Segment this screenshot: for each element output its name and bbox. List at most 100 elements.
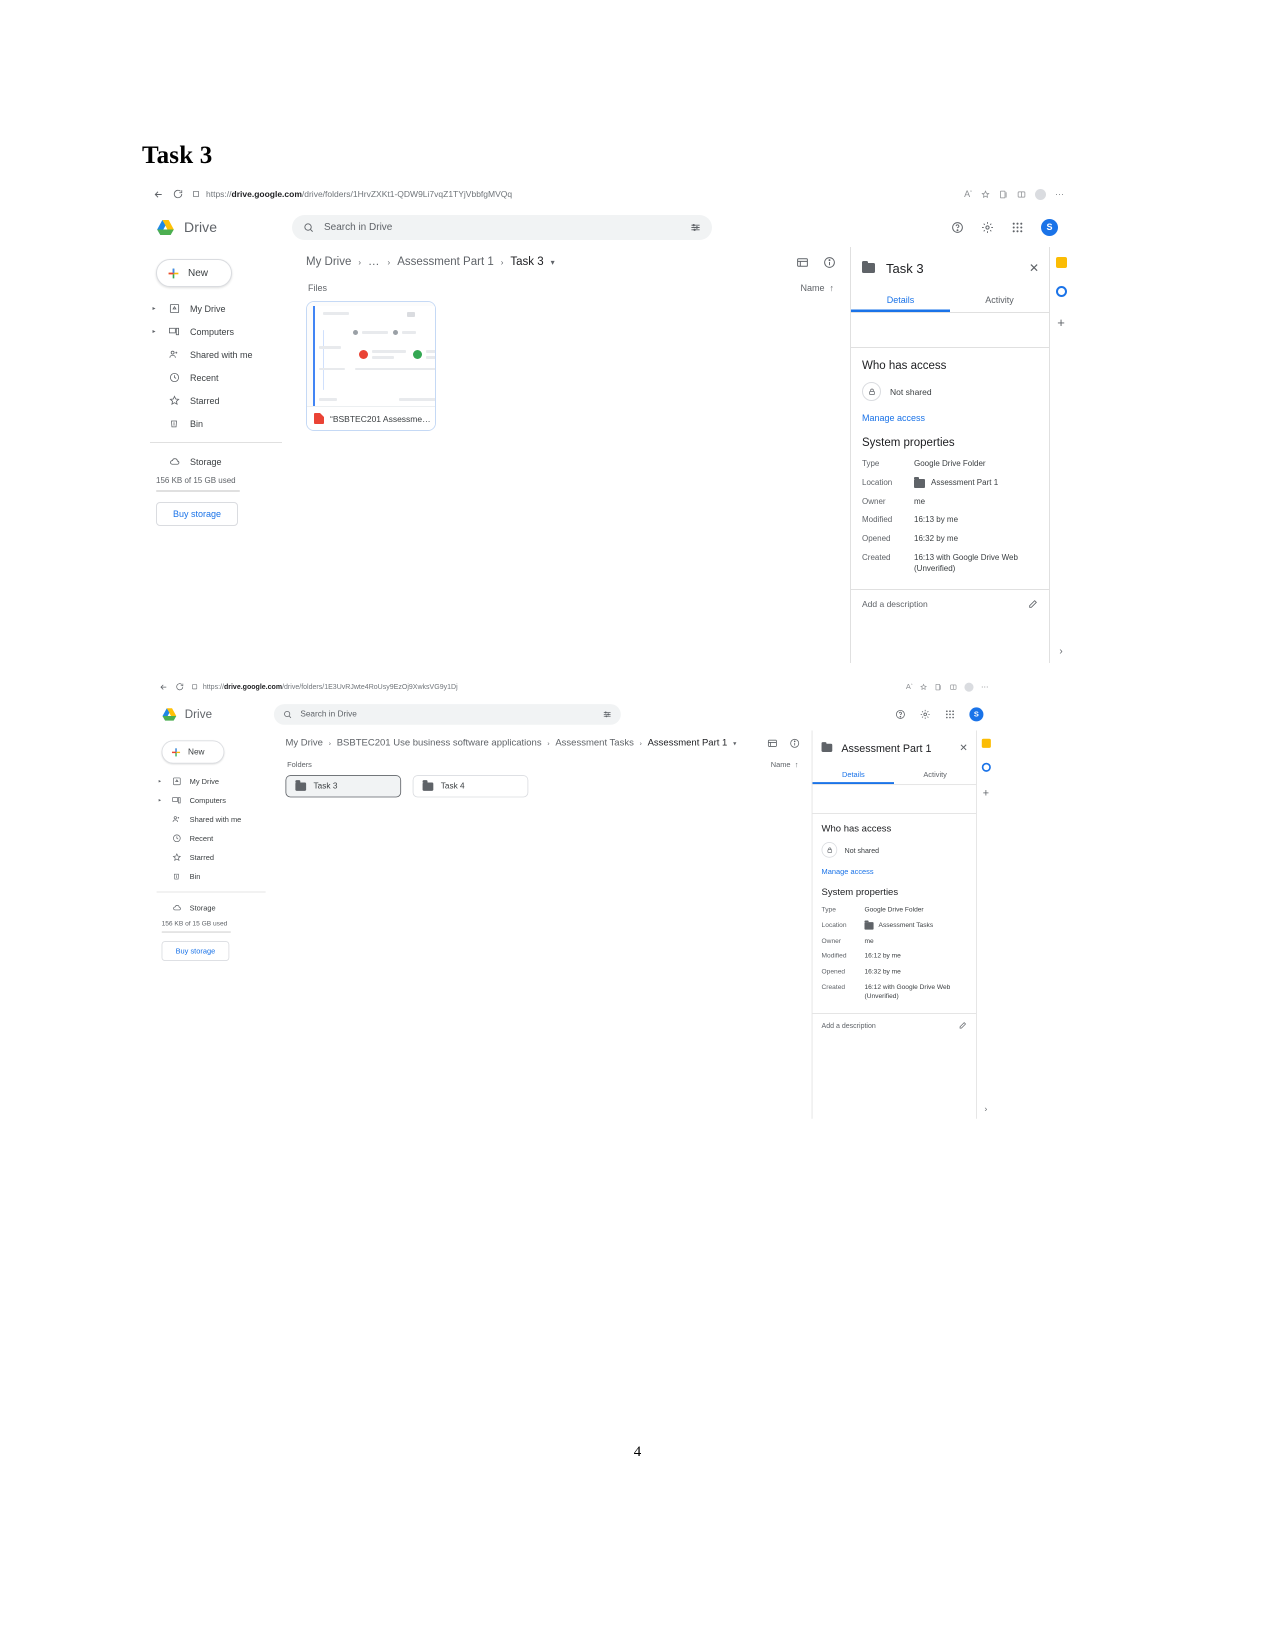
reload-icon[interactable]	[171, 678, 188, 695]
new-button[interactable]: New	[156, 259, 232, 287]
gear-icon[interactable]	[920, 709, 931, 720]
expand-panel-icon[interactable]: ›	[1059, 646, 1062, 657]
search-input[interactable]: Search in Drive	[273, 703, 621, 725]
property-value[interactable]: Assessment Part 1	[931, 478, 998, 489]
sidebar-item-my-drive[interactable]: ▸ My Drive	[142, 297, 292, 320]
collections-icon[interactable]	[999, 190, 1008, 199]
tasks-icon[interactable]	[1055, 286, 1067, 297]
property-key: Opened	[862, 534, 891, 544]
chevron-right-icon[interactable]: ▸	[150, 305, 158, 312]
profile-icon[interactable]	[1035, 188, 1046, 200]
chevron-right-icon[interactable]: ▸	[157, 797, 164, 803]
list-view-icon[interactable]	[767, 738, 778, 749]
close-icon[interactable]: ✕	[959, 742, 967, 754]
sidebar-item-starred[interactable]: Starred	[142, 389, 292, 412]
chevron-right-icon[interactable]: ▸	[150, 328, 158, 335]
browser-essentials-icon[interactable]	[950, 683, 957, 690]
close-icon[interactable]: ✕	[1029, 261, 1039, 275]
add-description-row[interactable]: Add a description	[851, 588, 1049, 618]
avatar[interactable]: S	[969, 706, 984, 722]
site-info-icon[interactable]	[191, 683, 198, 690]
address-bar[interactable]: https://drive.google.com/drive/folders/1…	[192, 185, 964, 203]
file-card[interactable]: “BSBTEC201 Assessme…	[306, 301, 436, 431]
buy-storage-button[interactable]: Buy storage	[161, 941, 230, 961]
breadcrumb-item-current[interactable]: Assessment Part 1	[648, 738, 728, 748]
folder-grid: Task 3 Task 4	[281, 772, 806, 801]
chevron-down-icon[interactable]: ▾	[551, 258, 555, 267]
breadcrumb-item-ellipsis[interactable]: …	[368, 256, 381, 268]
read-aloud-icon[interactable]: Aⁿ	[964, 189, 972, 199]
breadcrumb-item-assessment-tasks[interactable]: Assessment Tasks	[555, 738, 633, 748]
search-options-icon[interactable]	[690, 222, 701, 233]
sidebar-item-storage[interactable]: Storage	[142, 450, 292, 473]
folder-chip-task-4[interactable]: Task 4	[412, 775, 529, 798]
sidebar-item-computers[interactable]: ▸ Computers	[142, 320, 292, 343]
add-apps-icon[interactable]: +	[1057, 315, 1065, 330]
browser-essentials-icon[interactable]	[1017, 190, 1026, 199]
site-info-icon[interactable]	[192, 190, 200, 198]
sidebar-item-storage[interactable]: Storage	[150, 898, 274, 917]
breadcrumb-item-assessment-part-1[interactable]: Assessment Part 1	[397, 256, 494, 268]
buy-storage-button[interactable]: Buy storage	[156, 502, 238, 526]
help-icon[interactable]	[951, 221, 964, 234]
chevron-down-icon[interactable]: ▾	[733, 739, 736, 746]
manage-access-link[interactable]: Manage access	[862, 413, 1038, 423]
tasks-icon[interactable]	[981, 762, 991, 772]
sidebar-item-shared-with-me[interactable]: Shared with me	[150, 810, 274, 829]
gear-icon[interactable]	[981, 221, 994, 234]
sidebar-item-recent[interactable]: Recent	[142, 366, 292, 389]
add-apps-icon[interactable]: +	[983, 787, 989, 799]
add-description-row[interactable]: Add a description	[812, 1012, 976, 1037]
apps-grid-icon[interactable]	[1011, 221, 1024, 234]
keep-icon[interactable]	[1055, 257, 1067, 268]
apps-grid-icon[interactable]	[945, 709, 956, 720]
sidebar-item-starred[interactable]: Starred	[150, 848, 274, 867]
new-button[interactable]: New	[161, 740, 225, 764]
manage-access-link[interactable]: Manage access	[822, 868, 967, 876]
avatar[interactable]: S	[1041, 218, 1058, 236]
profile-icon[interactable]	[964, 682, 974, 692]
sidebar-item-shared-with-me[interactable]: Shared with me	[142, 343, 292, 366]
sidebar-item-my-drive[interactable]: ▸ My Drive	[150, 772, 274, 791]
breadcrumb-item-my-drive[interactable]: My Drive	[306, 256, 351, 268]
folder-chip-task-3[interactable]: Task 3	[285, 775, 402, 798]
sidebar-item-recent[interactable]: Recent	[150, 829, 274, 848]
help-icon[interactable]	[895, 709, 906, 720]
collections-icon[interactable]	[935, 683, 942, 690]
property-value[interactable]: Assessment Tasks	[879, 921, 934, 930]
chevron-right-icon[interactable]: ▸	[157, 778, 164, 784]
info-icon[interactable]	[789, 738, 800, 749]
breadcrumb-item-course[interactable]: BSBTEC201 Use business software applicat…	[337, 738, 542, 748]
back-arrow-icon[interactable]	[155, 678, 172, 695]
address-bar[interactable]: https://drive.google.com/drive/folders/1…	[191, 679, 906, 694]
breadcrumb-item-current[interactable]: Task 3	[510, 256, 543, 268]
sort-control[interactable]: Name ↑	[771, 760, 799, 768]
drive-logo-area[interactable]: Drive	[142, 219, 292, 236]
favorites-icon[interactable]	[981, 189, 990, 199]
sort-control[interactable]: Name ↑	[800, 283, 834, 293]
keep-icon[interactable]	[981, 738, 991, 748]
sidebar-item-bin[interactable]: Bin	[142, 412, 292, 435]
expand-panel-icon[interactable]: ›	[985, 1105, 988, 1114]
settings-more-icon[interactable]: ⋯	[981, 682, 988, 691]
list-view-icon[interactable]	[796, 256, 809, 269]
breadcrumb-item-my-drive[interactable]: My Drive	[285, 738, 322, 748]
pencil-icon[interactable]	[1028, 599, 1038, 609]
reload-icon[interactable]	[168, 184, 188, 204]
tab-activity[interactable]: Activity	[950, 289, 1049, 312]
sidebar-item-computers[interactable]: ▸ Computers	[150, 791, 274, 810]
tab-details[interactable]: Details	[812, 765, 894, 784]
back-arrow-icon[interactable]	[148, 184, 168, 204]
search-input[interactable]: Search in Drive	[292, 214, 712, 240]
favorites-icon[interactable]	[920, 683, 927, 690]
info-icon[interactable]	[823, 256, 836, 269]
add-description-label: Add a description	[821, 1020, 876, 1030]
sidebar-item-bin[interactable]: Bin	[150, 867, 274, 886]
drive-logo-area[interactable]: Drive	[150, 707, 274, 721]
tab-activity[interactable]: Activity	[894, 765, 976, 784]
read-aloud-icon[interactable]: Aⁿ	[906, 683, 912, 691]
settings-more-icon[interactable]: ⋯	[1055, 189, 1064, 200]
tab-details[interactable]: Details	[851, 289, 950, 312]
search-options-icon[interactable]	[603, 709, 612, 718]
pencil-icon[interactable]	[959, 1021, 967, 1029]
